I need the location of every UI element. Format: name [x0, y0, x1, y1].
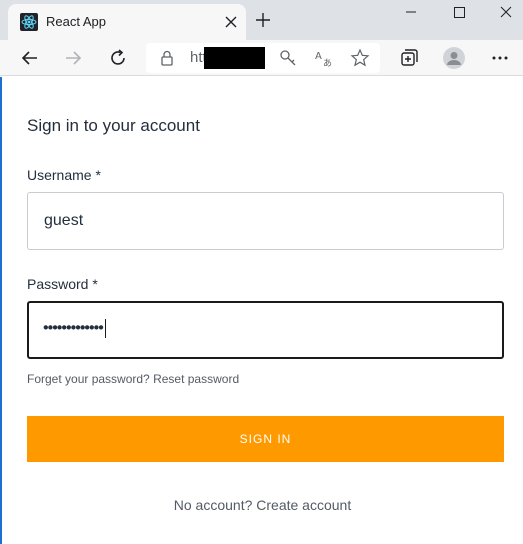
close-window-icon[interactable] [491, 2, 521, 24]
forgot-password-row: Forget your password? Reset password [27, 372, 239, 386]
text-caret [104, 319, 107, 338]
page-content: Sign in to your account Username * guest… [0, 77, 523, 544]
forward-arrow-icon[interactable] [62, 47, 84, 69]
browser-tab[interactable]: React App [8, 4, 246, 40]
tab-title: React App [46, 14, 106, 29]
plus-icon[interactable] [254, 11, 272, 29]
more-icon[interactable] [489, 47, 511, 69]
url-redaction [204, 47, 265, 69]
translate-icon[interactable]: A あ [314, 48, 334, 68]
username-value[interactable]: guest [44, 212, 83, 230]
browser-toolbar: htt A あ [0, 40, 523, 76]
username-label: Username * [27, 167, 101, 183]
reset-password-link[interactable]: Reset password [153, 372, 239, 386]
react-logo-icon [20, 13, 38, 31]
browser-tabstrip: React App [0, 0, 523, 40]
password-field[interactable]: ••••••••••••• [27, 301, 504, 359]
svg-text:A: A [315, 51, 322, 62]
address-bar[interactable]: htt A あ [146, 43, 380, 73]
create-account-row: No account? Create account [2, 497, 523, 513]
username-field[interactable]: guest [27, 192, 504, 250]
svg-text:あ: あ [323, 58, 332, 68]
password-label: Password * [27, 276, 98, 292]
password-mask: ••••••••••••• [43, 319, 104, 337]
maximize-icon[interactable] [444, 2, 474, 24]
no-account-text: No account? [173, 497, 253, 513]
star-icon[interactable] [350, 48, 370, 68]
close-icon[interactable] [222, 13, 240, 31]
password-value[interactable]: ••••••••••••• [43, 319, 107, 338]
key-icon[interactable] [278, 48, 298, 68]
lock-icon[interactable] [158, 49, 176, 67]
sign-in-button[interactable]: SIGN IN [27, 416, 504, 462]
create-account-link[interactable]: Create account [256, 497, 351, 513]
profile-avatar-icon[interactable] [443, 47, 465, 69]
collections-icon[interactable] [398, 47, 420, 69]
back-arrow-icon[interactable] [19, 47, 41, 69]
minimize-icon[interactable] [396, 2, 426, 24]
page-title: Sign in to your account [27, 116, 200, 135]
forgot-password-text: Forget your password? [27, 372, 150, 386]
reload-icon[interactable] [107, 47, 129, 69]
